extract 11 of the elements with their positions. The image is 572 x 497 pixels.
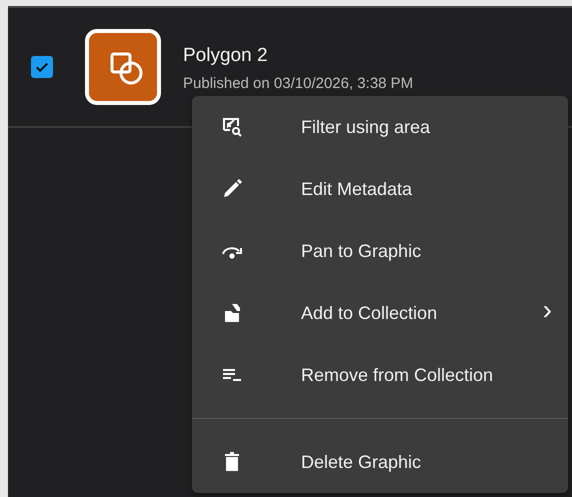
polygon-thumbnail-icon bbox=[85, 29, 161, 105]
chevron-icon: › bbox=[542, 296, 552, 324]
menu-item[interactable]: Edit Metadata bbox=[192, 158, 568, 220]
menu-item[interactable]: Pan to Graphic bbox=[192, 220, 568, 282]
menu-item[interactable]: Remove from Collection bbox=[192, 344, 568, 406]
menu-item[interactable]: Add to Collection › bbox=[192, 282, 568, 344]
menu-item[interactable]: Delete Graphic bbox=[192, 431, 568, 493]
item-title: Polygon 2 bbox=[183, 44, 269, 66]
filter-area-icon bbox=[220, 115, 244, 139]
published-date: Published on 03/10/2026, 3:38 PM bbox=[183, 74, 414, 92]
checkbox[interactable] bbox=[31, 56, 53, 78]
